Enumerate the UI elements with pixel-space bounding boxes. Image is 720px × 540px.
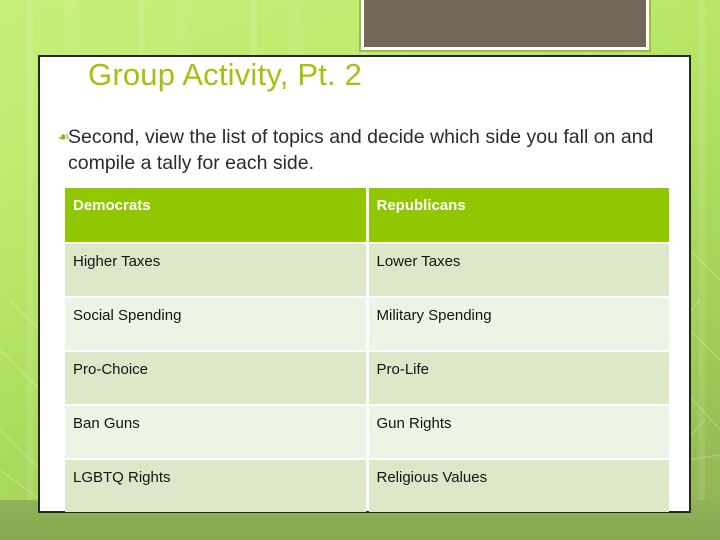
table-row: Pro-Choice Pro-Life <box>65 352 669 404</box>
bullet-item: ❧ Second, view the list of topics and de… <box>48 124 680 176</box>
topics-table: Democrats Republicans Higher Taxes Lower… <box>62 186 672 514</box>
cell-republican-topic: Pro-Life <box>368 352 669 404</box>
bullet-item-text: Second, view the list of topics and deci… <box>68 126 654 174</box>
cell-democrat-topic: Ban Guns <box>65 406 366 458</box>
table-header-row: Democrats Republicans <box>65 188 669 242</box>
cell-republican-topic: Religious Values <box>368 460 669 512</box>
table-row: LGBTQ Rights Religious Values <box>65 460 669 512</box>
table-row: Higher Taxes Lower Taxes <box>65 244 669 296</box>
table-row: Ban Guns Gun Rights <box>65 406 669 458</box>
cell-democrat-topic: Higher Taxes <box>65 244 366 296</box>
bullet-leaf-icon: ❧ <box>57 129 70 146</box>
cell-republican-topic: Military Spending <box>368 298 669 350</box>
table-row: Social Spending Military Spending <box>65 298 669 350</box>
table-header: Democrats Republicans <box>65 188 669 242</box>
cell-republican-topic: Lower Taxes <box>368 244 669 296</box>
page-title: Group Activity, Pt. 2 <box>88 57 363 92</box>
decorative-brown-block <box>359 0 651 52</box>
slide-canvas: Group Activity, Pt. 2 ❧ Second, view the… <box>0 0 720 540</box>
column-header-republicans: Republicans <box>368 188 669 242</box>
column-header-democrats: Democrats <box>65 188 366 242</box>
cell-democrat-topic: Social Spending <box>65 298 366 350</box>
table-body: Higher Taxes Lower Taxes Social Spending… <box>65 244 669 512</box>
cell-democrat-topic: LGBTQ Rights <box>65 460 366 512</box>
cell-republican-topic: Gun Rights <box>368 406 669 458</box>
cell-democrat-topic: Pro-Choice <box>65 352 366 404</box>
